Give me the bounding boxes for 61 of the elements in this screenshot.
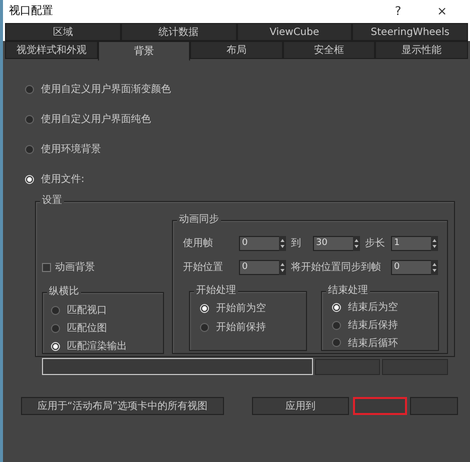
field-label: 开始位置: [183, 260, 224, 274]
group-title: 开始处理: [194, 285, 238, 297]
radio-button[interactable]: [25, 84, 34, 94]
group-title: 动画同步: [177, 214, 221, 226]
radio-label: 结束后保持: [348, 318, 398, 332]
tab[interactable]: ViewCube: [236, 23, 352, 41]
field-label: 使用帧: [183, 236, 214, 250]
spinner-arrows-icon[interactable]: [431, 260, 438, 274]
apply-button[interactable]: 应用到: [252, 397, 350, 415]
group-title: 结束处理: [326, 285, 370, 297]
radio-label: 开始前为空: [216, 302, 266, 315]
radio-label: 结束后为空: [348, 300, 398, 314]
field-label: 步长: [365, 236, 386, 250]
number-field[interactable]: 30: [313, 236, 353, 250]
tab[interactable]: 视觉样式和外观: [5, 41, 98, 59]
group-title: 设置: [40, 195, 64, 207]
file-path-field[interactable]: [42, 358, 313, 375]
radio-label: 使用自定义用户界面渐变颜色: [41, 82, 171, 96]
radio-button[interactable]: [200, 322, 209, 332]
spinner-arrows-icon[interactable]: [279, 236, 286, 250]
radio-label: 使用自定义用户界面纯色: [41, 112, 151, 126]
number-field[interactable]: 0: [239, 236, 279, 250]
tab[interactable]: 背景: [98, 41, 190, 61]
radio-button[interactable]: [51, 324, 60, 332]
spinner-arrows-icon[interactable]: [279, 260, 286, 274]
radio-button[interactable]: [51, 306, 60, 314]
number-field[interactable]: 0: [391, 260, 431, 274]
radio-button[interactable]: [25, 114, 34, 124]
radio-label: 使用环境背景: [41, 142, 101, 156]
number-field[interactable]: 0: [239, 260, 279, 274]
group-title: 纵横比: [47, 286, 81, 298]
tab[interactable]: 安全框: [282, 41, 376, 59]
radio-label: 匹配渲染输出: [67, 340, 127, 353]
radio-label: 匹配视口: [67, 304, 107, 317]
tab[interactable]: 显示性能: [375, 41, 468, 59]
tab[interactable]: 统计数据: [120, 23, 236, 41]
radio-label: 结束后循环: [348, 336, 398, 350]
checkbox[interactable]: [42, 262, 51, 272]
field-label: 将开始位置同步到帧: [291, 260, 382, 274]
apply-button[interactable]: 应用于“活动布局”选项卡中的所有视图: [21, 397, 224, 415]
number-field[interactable]: 1: [391, 236, 431, 250]
field-label: 到: [291, 237, 302, 250]
tab[interactable]: 布局: [190, 41, 283, 59]
checkbox-label: 动画背景: [55, 260, 95, 274]
radio-label: 匹配位图: [67, 322, 107, 335]
spinner-arrows-icon[interactable]: [431, 236, 438, 250]
help-button[interactable]: ?: [376, 4, 420, 18]
file-button[interactable]: [382, 358, 448, 374]
dialog-button[interactable]: [410, 397, 458, 415]
file-button[interactable]: [314, 358, 380, 374]
close-button[interactable]: ×: [420, 4, 464, 18]
dialog-button[interactable]: [353, 397, 408, 415]
tab[interactable]: 区域: [5, 23, 121, 41]
tab[interactable]: SteeringWheels: [352, 23, 468, 41]
radio-label: 开始前保持: [216, 320, 266, 334]
radio-button[interactable]: [25, 144, 34, 154]
window-title: 视口配置: [9, 3, 54, 18]
spinner-arrows-icon[interactable]: [353, 236, 360, 250]
radio-button[interactable]: [332, 320, 341, 330]
radio-button[interactable]: [332, 338, 341, 348]
radio-label: 使用文件:: [41, 172, 84, 186]
